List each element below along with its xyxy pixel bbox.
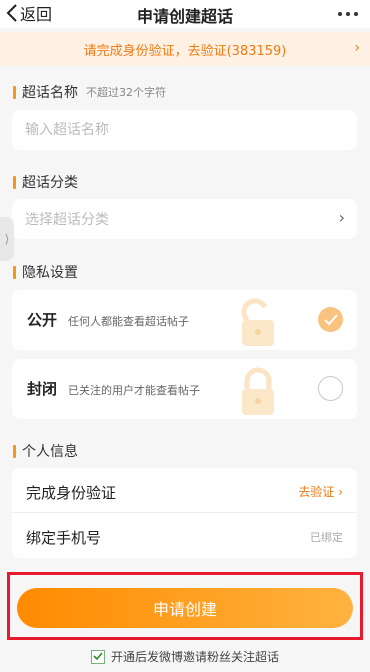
selected-check-icon[interactable]	[318, 307, 343, 332]
bound-status: 已绑定	[310, 531, 343, 544]
locked-padlock-icon	[242, 367, 274, 415]
category-section-label: 超话分类	[13, 172, 78, 192]
personal-label: 个人信息	[22, 444, 78, 460]
privacy-option-public[interactable]: 公开 任何人都能查看超话帖子	[12, 290, 357, 350]
verification-notice-banner[interactable]: 请完成身份验证，去验证(383159) ›	[0, 32, 370, 66]
agreement-text: 开通后发微博邀请粉丝关注超话	[110, 650, 279, 664]
chevron-right-icon: ›	[354, 40, 360, 56]
section-bar	[13, 444, 16, 458]
topic-name-input[interactable]	[25, 122, 325, 138]
side-drawer-handle[interactable]: ⟩	[0, 217, 14, 261]
category-select[interactable]: 选择超话分类 ›	[12, 199, 357, 239]
personal-info-card: 完成身份验证 去验证 › 绑定手机号 已绑定	[12, 468, 357, 558]
category-placeholder: 选择超话分类	[25, 212, 109, 228]
verify-link[interactable]: 去验证 ›	[298, 483, 343, 500]
row-label: 完成身份验证	[26, 484, 117, 502]
section-bar	[13, 85, 16, 99]
highlight-frame: 申请创建	[7, 572, 363, 640]
chevron-right-icon: ›	[338, 208, 345, 227]
personal-section-label: 个人信息	[13, 441, 78, 461]
section-bar	[13, 265, 16, 279]
chevron-right-icon: ⟩	[4, 232, 10, 246]
privacy-label: 隐私设置	[22, 265, 78, 281]
agreement-checkbox[interactable]	[90, 649, 105, 664]
name-label: 超话名称	[22, 85, 78, 101]
unselected-radio-icon[interactable]	[318, 376, 343, 401]
privacy-option-closed[interactable]: 封闭 已关注的用户才能查看帖子	[12, 359, 357, 419]
row-label: 绑定手机号	[26, 529, 102, 547]
section-bar	[13, 175, 16, 189]
name-input-card	[12, 110, 357, 150]
bind-phone-row[interactable]: 绑定手机号 已绑定	[12, 513, 357, 558]
option-name: 公开	[27, 311, 58, 329]
name-hint: 不超过32个字符	[86, 86, 166, 99]
option-name: 封闭	[27, 380, 58, 398]
option-desc: 任何人都能查看超话帖子	[68, 315, 189, 328]
notice-text: 请完成身份验证，去验证(383159)	[83, 43, 287, 59]
category-label: 超话分类	[22, 175, 78, 191]
unlocked-padlock-icon	[241, 298, 274, 346]
name-section-label: 超话名称 不超过32个字符	[13, 82, 166, 102]
privacy-section-label: 隐私设置	[13, 262, 78, 282]
more-options-icon[interactable]	[338, 12, 358, 16]
option-desc: 已关注的用户才能查看帖子	[68, 384, 200, 397]
identity-verify-row[interactable]: 完成身份验证 去验证 ›	[12, 468, 357, 513]
top-nav-bar: 返回 申请创建超话	[0, 0, 370, 28]
page-title: 申请创建超话	[136, 7, 233, 26]
agreement-row: 开通后发微博邀请粉丝关注超话	[0, 648, 370, 665]
submit-create-button[interactable]: 申请创建	[17, 588, 353, 628]
